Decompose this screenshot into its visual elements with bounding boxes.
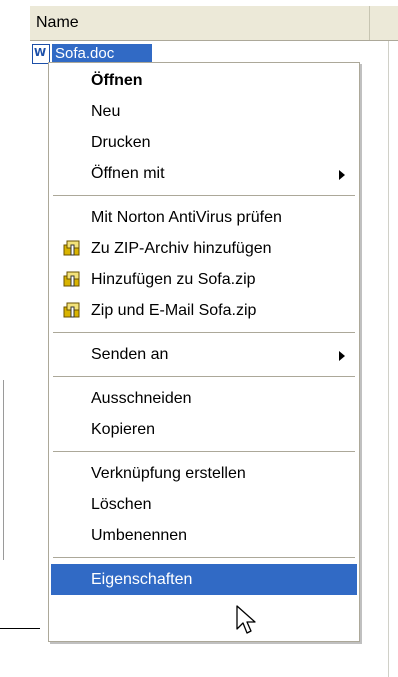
menu-item-label: Öffnen xyxy=(91,72,143,89)
mouse-pointer-icon xyxy=(236,605,256,634)
desktop-area xyxy=(0,0,30,677)
menu-item-label: Senden an xyxy=(91,346,169,363)
submenu-arrow-icon xyxy=(339,170,345,180)
menu-item-cut[interactable]: Ausschneiden xyxy=(51,383,357,414)
window-frame-bottom-edge xyxy=(0,628,40,629)
menu-separator xyxy=(53,557,355,558)
menu-item-label: Eigenschaften xyxy=(91,571,193,588)
menu-item-rename[interactable]: Umbenennen xyxy=(51,520,357,551)
menu-item-new[interactable]: Neu xyxy=(51,96,357,127)
menu-separator xyxy=(53,451,355,452)
winzip-icon xyxy=(63,240,80,256)
menu-item-open-with[interactable]: Öffnen mit xyxy=(51,158,357,189)
menu-item-label: Umbenennen xyxy=(91,527,188,544)
context-menu: Öffnen Neu Drucken Öffnen mit Mit Norton… xyxy=(48,62,360,642)
menu-separator xyxy=(53,332,355,333)
menu-item-zip-and-email[interactable]: Zip und E-Mail Sofa.zip xyxy=(51,295,357,326)
submenu-arrow-icon xyxy=(339,351,345,361)
menu-separator xyxy=(53,376,355,377)
menu-item-create-shortcut[interactable]: Verknüpfung erstellen xyxy=(51,458,357,489)
winzip-icon xyxy=(63,271,80,287)
menu-item-label: Kopieren xyxy=(91,421,156,438)
word-document-icon xyxy=(32,44,50,64)
menu-item-label: Mit Norton AntiVirus prüfen xyxy=(91,209,282,226)
menu-item-print[interactable]: Drucken xyxy=(51,127,357,158)
menu-item-label: Zu ZIP-Archiv hinzufügen xyxy=(91,240,272,257)
menu-item-label: Zip und E-Mail Sofa.zip xyxy=(91,302,257,319)
column-divider xyxy=(388,40,389,677)
menu-item-add-to-sofa-zip[interactable]: Hinzufügen zu Sofa.zip xyxy=(51,264,357,295)
file-name[interactable]: Sofa.doc xyxy=(52,44,152,64)
winzip-icon xyxy=(63,302,80,318)
menu-item-label: Öffnen mit xyxy=(91,165,165,182)
list-header: Name xyxy=(30,6,398,41)
menu-item-open[interactable]: Öffnen xyxy=(51,65,357,96)
window-frame-edge xyxy=(3,380,4,560)
menu-item-label: Hinzufügen zu Sofa.zip xyxy=(91,271,256,288)
menu-item-norton-scan[interactable]: Mit Norton AntiVirus prüfen xyxy=(51,202,357,233)
menu-item-label: Neu xyxy=(91,103,121,120)
menu-item-add-to-zip[interactable]: Zu ZIP-Archiv hinzufügen xyxy=(51,233,357,264)
menu-item-label: Ausschneiden xyxy=(91,390,192,407)
menu-item-label: Drucken xyxy=(91,134,151,151)
menu-item-label: Verknüpfung erstellen xyxy=(91,465,246,482)
menu-item-delete[interactable]: Löschen xyxy=(51,489,357,520)
menu-separator xyxy=(53,195,355,196)
column-header-name[interactable]: Name xyxy=(30,6,370,40)
menu-item-send-to[interactable]: Senden an xyxy=(51,339,357,370)
menu-item-label: Löschen xyxy=(91,496,152,513)
menu-item-copy[interactable]: Kopieren xyxy=(51,414,357,445)
menu-item-properties[interactable]: Eigenschaften xyxy=(51,564,357,595)
